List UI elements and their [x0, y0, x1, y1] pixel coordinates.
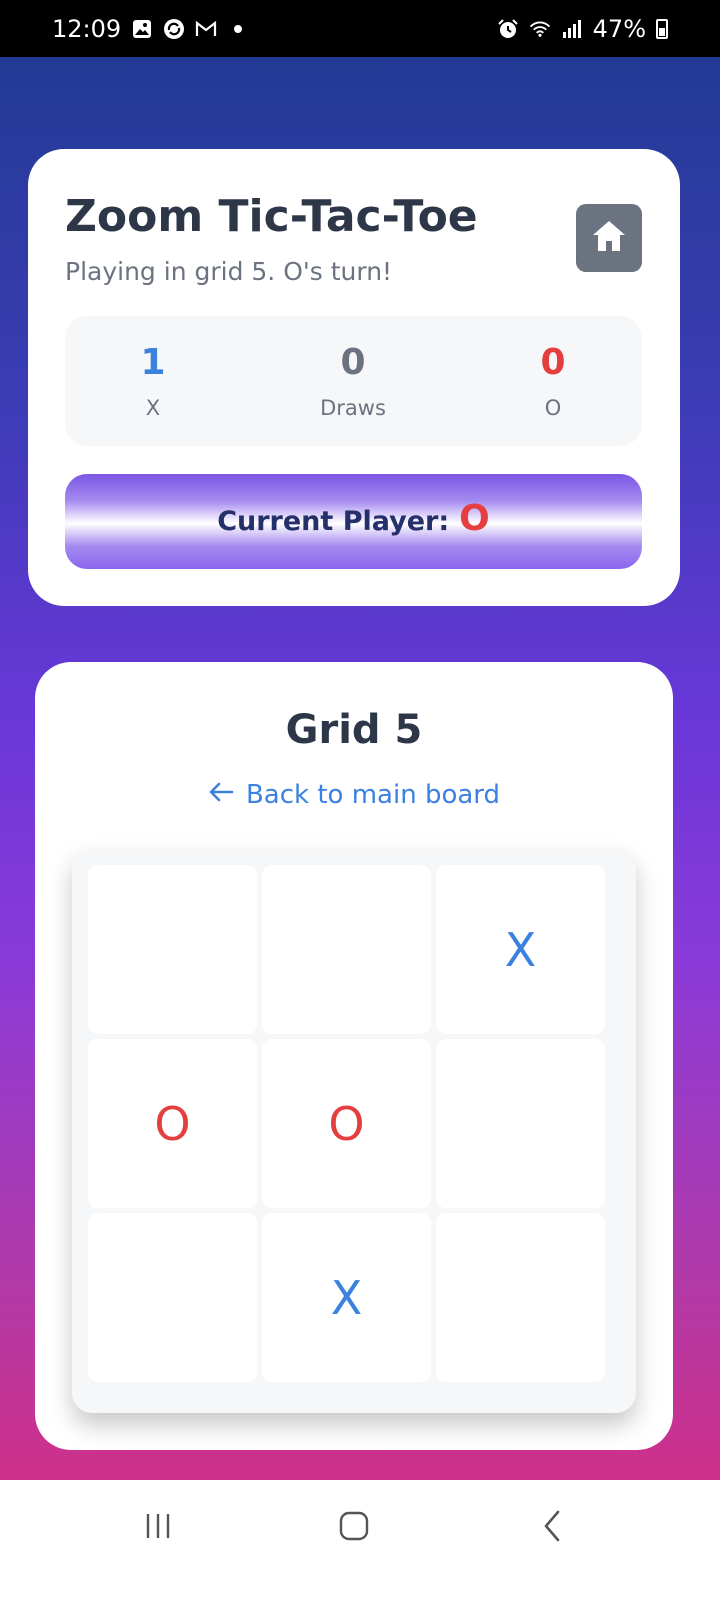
current-player-banner: Current Player: O	[65, 474, 642, 569]
sync-icon	[163, 18, 185, 40]
game-header-card: Zoom Tic-Tac-Toe Playing in grid 5. O's …	[28, 149, 680, 606]
back-button[interactable]	[522, 1508, 582, 1548]
score-o-value: 0	[540, 342, 566, 383]
score-x-value: 1	[140, 342, 166, 383]
home-button[interactable]	[576, 204, 642, 272]
home-icon	[591, 219, 627, 257]
score-draws-label: Draws	[320, 396, 386, 420]
board-cell[interactable]	[88, 865, 257, 1034]
recents-icon	[143, 1511, 173, 1545]
board-cell[interactable]: X	[262, 1213, 431, 1382]
score-x-label: X	[145, 396, 161, 420]
system-nav-bar	[0, 1480, 720, 1600]
current-player-value: O	[459, 498, 490, 539]
score-o-label: O	[544, 396, 562, 420]
status-message: Playing in grid 5. O's turn!	[65, 257, 393, 286]
back-chevron-icon	[541, 1509, 563, 1547]
arrow-left-icon	[208, 780, 234, 810]
battery-percent: 47%	[592, 14, 646, 43]
board-cell[interactable]	[262, 865, 431, 1034]
back-link-label: Back to main board	[245, 780, 501, 810]
score-x: 1 X	[73, 342, 233, 420]
board-cell[interactable]	[88, 1213, 257, 1382]
home-outline-icon	[338, 1510, 370, 1546]
board-cell[interactable]: X	[436, 865, 605, 1034]
board-cell[interactable]: O	[88, 1039, 257, 1208]
score-o: 0 O	[473, 342, 633, 420]
status-time: 12:09	[52, 14, 122, 43]
board-cell[interactable]	[436, 1213, 605, 1382]
battery-icon	[656, 18, 668, 39]
scoreboard: 1 X 0 Draws 0 O	[65, 316, 642, 446]
gmail-icon	[195, 18, 217, 40]
image-icon	[131, 18, 153, 40]
recents-button[interactable]	[128, 1508, 188, 1548]
status-right: 47%	[497, 15, 668, 43]
status-left: 12:09	[52, 15, 249, 43]
back-to-main-board-link[interactable]: Back to main board	[35, 780, 673, 810]
current-player-label: Current Player:	[217, 506, 450, 537]
nav-home-button[interactable]	[324, 1508, 384, 1548]
grid-card: Grid 5 Back to main board X O O X	[35, 662, 673, 1450]
score-draws: 0 Draws	[273, 342, 433, 420]
board-cell[interactable]	[436, 1039, 605, 1208]
grid-title: Grid 5	[285, 707, 423, 753]
score-draws-value: 0	[340, 342, 366, 383]
wifi-icon	[529, 18, 551, 40]
game-board: X O O X	[72, 849, 636, 1413]
signal-icon	[561, 18, 583, 40]
board-cell[interactable]: O	[262, 1039, 431, 1208]
dot-icon	[227, 18, 249, 40]
status-bar: 12:09 47%	[0, 0, 720, 57]
alarm-icon	[497, 18, 519, 40]
page-title: Zoom Tic-Tac-Toe	[65, 191, 478, 242]
